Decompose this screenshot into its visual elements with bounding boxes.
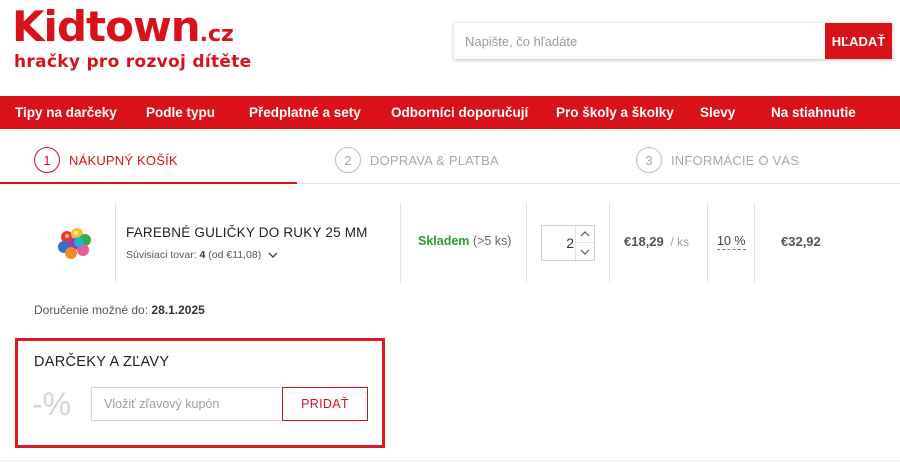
main-nav: Tipy na darčeky Podle typu Předplatné a … bbox=[0, 96, 900, 129]
nav-item-by-type[interactable]: Podle typu bbox=[146, 96, 215, 129]
gifts-discounts-panel: DARČEKY A ZĽAVY -% PRIDAŤ bbox=[15, 338, 385, 448]
step-label: NÁKUPNÝ KOŠÍK bbox=[69, 152, 178, 168]
search-button[interactable]: HĽADAŤ bbox=[825, 23, 892, 59]
nav-item-gift-tips[interactable]: Tipy na darčeky bbox=[15, 96, 117, 129]
footer-divider bbox=[0, 460, 900, 461]
related-prefix: Súvisiaci tovar: bbox=[126, 249, 197, 261]
quantity-decrease-button[interactable] bbox=[576, 243, 594, 260]
step-customer-info[interactable]: 3 INFORMÁCIE O VÁS bbox=[636, 146, 799, 174]
stock-quantity: (>5 ks) bbox=[472, 234, 512, 248]
logo-tagline: hračky pro rozvoj dítěte bbox=[14, 52, 252, 72]
step-label: INFORMÁCIE O VÁS bbox=[671, 152, 800, 168]
search-bar: HĽADAŤ bbox=[454, 23, 892, 59]
stock-status: Skladem bbox=[418, 234, 470, 248]
delivery-date: 28.1.2025 bbox=[151, 303, 205, 317]
checkout-steps: 1 NÁKUPNÝ KOŠÍK 2 DOPRAVA & PLATBA 3 INF… bbox=[0, 137, 900, 185]
search-input[interactable] bbox=[454, 23, 825, 59]
vat-rate[interactable]: 10 % bbox=[717, 234, 746, 250]
related-count: 4 bbox=[199, 249, 206, 261]
logo-domain: .cz bbox=[199, 22, 234, 47]
logo[interactable]: Kidtown.cz hračky pro rozvoj dítěte bbox=[12, 2, 251, 73]
stock-availability: Skladem (>5 ks) bbox=[418, 234, 511, 248]
percent-icon: -% bbox=[32, 386, 72, 422]
step-shipping-payment[interactable]: 2 DOPRAVA & PLATBA bbox=[335, 146, 499, 174]
column-divider bbox=[609, 203, 610, 283]
column-divider bbox=[115, 203, 116, 283]
chevron-down-icon bbox=[580, 249, 590, 255]
quantity-buttons bbox=[575, 226, 594, 260]
quantity-stepper[interactable]: 2 bbox=[541, 225, 595, 261]
product-name[interactable]: FAREBNÉ GULIČKY DO RUKY 25 MM bbox=[126, 225, 368, 240]
column-divider bbox=[526, 203, 527, 283]
coupon-input[interactable] bbox=[91, 387, 283, 421]
site-header: Kidtown.cz hračky pro rozvoj dítěte HĽAD… bbox=[0, 0, 900, 96]
cart-item-row: FAREBNÉ GULIČKY DO RUKY 25 MM Súvisiaci … bbox=[0, 203, 900, 283]
discounts-title: DARČEKY A ZĽAVY bbox=[34, 354, 170, 370]
step-number: 2 bbox=[335, 147, 361, 173]
delivery-estimate: Doručenie možné do: 28.1.2025 bbox=[34, 303, 205, 317]
unit-price: €18,29 / ks bbox=[624, 234, 689, 249]
quantity-increase-button[interactable] bbox=[576, 226, 594, 243]
line-total: €32,92 bbox=[781, 234, 821, 249]
related-from: (od €11,08) bbox=[208, 249, 262, 261]
step-label: DOPRAVA & PLATBA bbox=[370, 152, 499, 168]
chevron-down-icon bbox=[268, 252, 278, 258]
related-products-toggle[interactable]: Súvisiaci tovar: 4 (od €11,08) bbox=[126, 249, 279, 261]
unit-price-unit: / ks bbox=[670, 235, 690, 249]
step-number: 1 bbox=[34, 147, 60, 173]
unit-price-amount: €18,29 bbox=[624, 234, 664, 249]
add-coupon-button[interactable]: PRIDAŤ bbox=[282, 387, 368, 421]
step-number: 3 bbox=[636, 147, 662, 173]
quantity-value[interactable]: 2 bbox=[542, 226, 576, 260]
active-step-underline bbox=[0, 182, 297, 184]
nav-item-sale[interactable]: Slevy bbox=[700, 96, 735, 129]
chevron-up-icon bbox=[580, 231, 590, 237]
column-divider bbox=[400, 203, 401, 283]
logo-wordmark: Kidtown bbox=[12, 2, 201, 51]
nav-item-subscriptions[interactable]: Předplatné a sety bbox=[249, 96, 361, 129]
nav-item-experts[interactable]: Odborníci doporučují bbox=[391, 96, 528, 129]
column-divider bbox=[707, 203, 708, 283]
colorful-balls-image[interactable] bbox=[55, 223, 95, 263]
nav-item-downloads[interactable]: Na stiahnutie bbox=[771, 96, 856, 129]
column-divider bbox=[754, 203, 755, 283]
delivery-label: Doručenie možné do: bbox=[34, 303, 149, 317]
nav-item-schools[interactable]: Pro školy a školky bbox=[556, 96, 674, 129]
step-cart[interactable]: 1 NÁKUPNÝ KOŠÍK bbox=[34, 146, 178, 174]
